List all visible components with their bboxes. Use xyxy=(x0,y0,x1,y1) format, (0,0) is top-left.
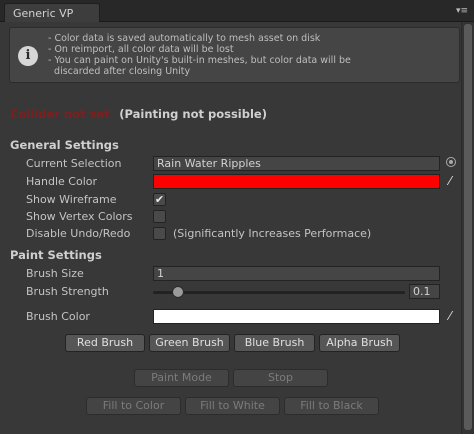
window-tab-bar: Generic VP ▾≡ xyxy=(0,0,474,23)
paint-settings-heading: Paint Settings xyxy=(10,248,102,262)
help-line: - You can paint on Unity's built-in mesh… xyxy=(48,55,351,66)
red-brush-button[interactable]: Red Brush xyxy=(65,334,145,352)
vertical-scrollbar[interactable] xyxy=(461,22,474,434)
show-wireframe-label: Show Wireframe xyxy=(26,193,117,206)
collider-error-text: Collider not set xyxy=(10,107,110,121)
help-box: i - Color data is saved automatically to… xyxy=(9,27,460,83)
stop-button[interactable]: Stop xyxy=(233,369,328,387)
brush-size-label: Brush Size xyxy=(26,267,84,280)
brush-strength-slider[interactable] xyxy=(153,291,405,294)
green-brush-button[interactable]: Green Brush xyxy=(149,334,230,352)
brush-strength-label: Brush Strength xyxy=(26,285,109,298)
alpha-brush-button[interactable]: Alpha Brush xyxy=(319,334,400,352)
help-line: - Color data is saved automatically to m… xyxy=(48,33,321,44)
tab-generic-vp[interactable]: Generic VP xyxy=(4,3,100,23)
show-wireframe-checkbox[interactable]: ✔ xyxy=(153,193,166,206)
help-line: - On reimport, all color data will be lo… xyxy=(48,44,234,55)
brush-strength-field[interactable]: 0.1 xyxy=(409,284,440,299)
disable-undo-note: (Significantly Increases Performace) xyxy=(173,227,372,240)
disable-undo-checkbox[interactable] xyxy=(153,227,166,240)
show-vertex-colors-checkbox[interactable] xyxy=(153,210,166,223)
help-text: - Color data is saved automatically to m… xyxy=(48,33,351,77)
scrollbar-thumb[interactable] xyxy=(464,24,472,430)
help-line: discarded after closing Unity xyxy=(48,66,191,77)
handle-color-swatch[interactable] xyxy=(153,174,440,189)
show-vertex-colors-label: Show Vertex Colors xyxy=(26,210,133,223)
paint-mode-button[interactable]: Paint Mode xyxy=(134,369,229,387)
current-selection-label: Current Selection xyxy=(26,157,122,170)
fill-to-black-button[interactable]: Fill to Black xyxy=(284,397,379,415)
object-picker-icon[interactable] xyxy=(446,157,456,167)
fill-to-color-button[interactable]: Fill to Color xyxy=(86,397,181,415)
brush-color-label: Brush Color xyxy=(26,310,90,323)
current-selection-field[interactable]: Rain Water Ripples xyxy=(153,156,440,171)
eyedropper-icon[interactable]: ⁄ xyxy=(443,309,457,323)
painting-status-text: (Painting not possible) xyxy=(119,107,267,121)
handle-color-label: Handle Color xyxy=(26,175,98,188)
brush-size-field[interactable]: 1 xyxy=(153,266,440,281)
blue-brush-button[interactable]: Blue Brush xyxy=(234,334,315,352)
info-icon: i xyxy=(18,46,38,66)
general-settings-heading: General Settings xyxy=(10,138,119,152)
eyedropper-icon[interactable]: ⁄ xyxy=(443,174,457,188)
context-menu-icon[interactable]: ▾≡ xyxy=(456,7,468,17)
fill-to-white-button[interactable]: Fill to White xyxy=(185,397,280,415)
brush-color-swatch[interactable] xyxy=(153,309,440,324)
disable-undo-label: Disable Undo/Redo xyxy=(26,227,131,240)
collider-status: Collider not set (Painting not possible) xyxy=(10,107,267,121)
